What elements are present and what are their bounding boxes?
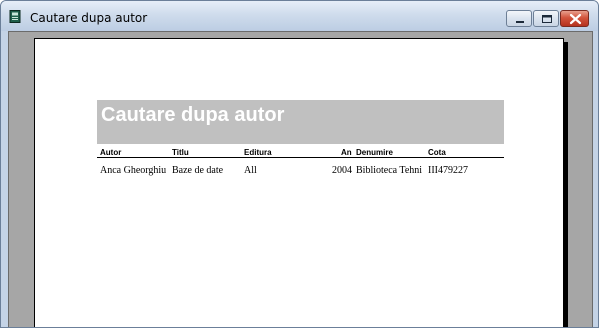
- minimize-icon: [516, 21, 524, 23]
- print-preview-area[interactable]: Cautare dupa autor Autor Titlu Editura A…: [8, 31, 593, 327]
- column-header-denumire: Denumire: [356, 148, 393, 157]
- close-button[interactable]: [560, 10, 589, 27]
- cell-titlu: Baze de date: [172, 165, 224, 176]
- title-bar[interactable]: Cautare dupa autor: [1, 1, 598, 31]
- cell-denumire: Biblioteca Tehni: [356, 165, 423, 176]
- column-header-cota: Cota: [428, 148, 446, 157]
- cell-cota: III479227: [428, 165, 468, 176]
- cell-an: 2004: [332, 165, 352, 176]
- column-header-editura: Editura: [244, 148, 272, 157]
- header-divider: [97, 157, 504, 158]
- close-icon: [569, 13, 582, 25]
- cell-autor: Anca Gheorghiu: [100, 165, 167, 176]
- report-page[interactable]: Cautare dupa autor Autor Titlu Editura A…: [34, 38, 564, 327]
- column-header-an: An: [341, 148, 352, 157]
- window-title: Cautare dupa autor: [30, 11, 148, 25]
- report-title: Cautare dupa autor: [101, 104, 285, 126]
- maximize-button[interactable]: [533, 10, 559, 27]
- report-icon[interactable]: [9, 10, 21, 23]
- minimize-button[interactable]: [506, 10, 532, 27]
- column-header-titlu: Titlu: [172, 148, 189, 157]
- column-header-autor: Autor: [100, 148, 122, 157]
- maximize-icon: [542, 15, 552, 23]
- report-header: Cautare dupa autor: [97, 100, 504, 144]
- cell-editura: All: [244, 165, 257, 176]
- report-window: Cautare dupa autor Cautare dupa autor Au…: [0, 0, 599, 328]
